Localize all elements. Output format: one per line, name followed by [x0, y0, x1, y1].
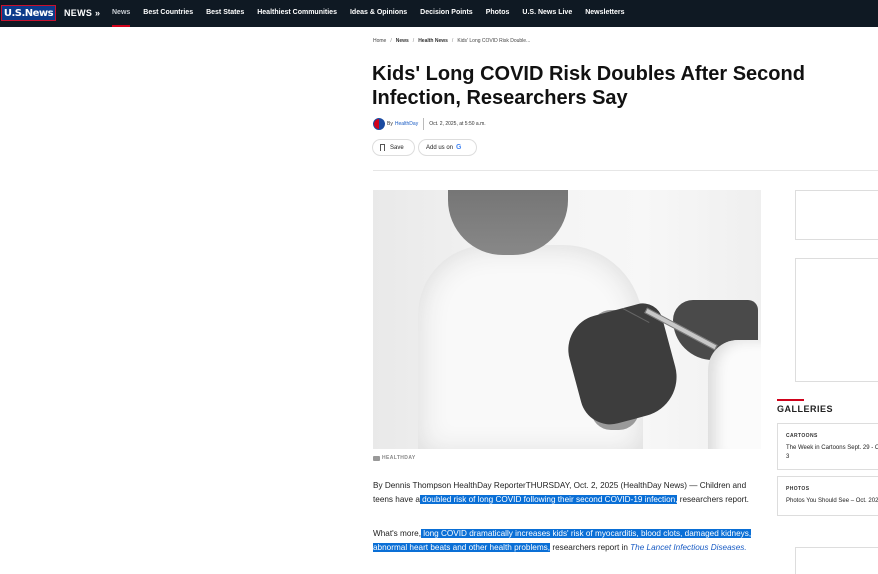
breadcrumb-health-news[interactable]: Health News — [418, 38, 448, 44]
save-button[interactable]: Save — [372, 139, 415, 156]
journal-link[interactable]: The Lancet Infectious Diseases. — [630, 543, 747, 552]
nav-link-best-countries[interactable]: Best Countries — [143, 0, 193, 27]
image-credit-text: HEALTHDAY — [382, 455, 416, 461]
nav-links: News Best Countries Best States Healthie… — [112, 0, 638, 27]
byline: By HealthDay Oct. 2, 2025, at 5:50 a.m. — [373, 116, 486, 131]
breadcrumb-separator: / — [412, 38, 415, 44]
gallery-card[interactable]: PHOTOS Photos You Should See – Oct. 2025 — [777, 476, 878, 516]
paragraph-text: researchers report in — [550, 542, 631, 552]
nav-link-newsletters[interactable]: Newsletters — [585, 0, 624, 27]
bookmark-icon — [380, 144, 385, 151]
nav-link-photos[interactable]: Photos — [486, 0, 510, 27]
add-us-label: Add us on — [426, 144, 454, 151]
paragraph-text: researchers report. — [677, 494, 749, 504]
breadcrumb-current: Kids' Long COVID Risk Double... — [457, 38, 531, 44]
nav-link-healthiest-communities[interactable]: Healthiest Communities — [257, 0, 337, 27]
ad-slot — [795, 547, 878, 574]
ad-slot — [795, 190, 878, 240]
google-icon: G — [456, 144, 462, 151]
gallery-card-title: Photos You Should See – Oct. 2025 — [786, 498, 878, 504]
article-paragraph-1: By Dennis Thompson HealthDay ReporterTHU… — [373, 479, 763, 506]
hero-image-vaccination — [373, 190, 761, 449]
section-news-menu[interactable]: NEWS » — [64, 0, 100, 27]
gallery-card-label: PHOTOS — [786, 486, 810, 492]
galleries-heading: GALLERIES — [777, 404, 834, 414]
add-us-on-google-button[interactable]: Add us on G — [418, 139, 477, 156]
usnews-logo[interactable]: U.S.News — [1, 5, 56, 21]
breadcrumb-separator: / — [451, 38, 454, 44]
paragraph-text: What's more, — [373, 529, 421, 538]
galleries-accent-bar — [777, 399, 804, 401]
image-credit: HEALTHDAY — [373, 455, 416, 461]
divider — [373, 170, 878, 171]
breadcrumb-separator: / — [390, 38, 392, 44]
gallery-card-title: The Week in Cartoons Sept. 29 - Oct. 3 — [786, 445, 878, 460]
publish-date: Oct. 2, 2025, at 5:50 a.m. — [429, 120, 486, 127]
nav-link-ideas-opinions[interactable]: Ideas & Opinions — [350, 0, 407, 27]
healthday-avatar — [373, 117, 385, 130]
save-label: Save — [390, 144, 404, 151]
breadcrumb: Home / News / Health News / Kids' Long C… — [373, 38, 530, 44]
top-nav: U.S.News NEWS » News Best Countries Best… — [0, 0, 878, 27]
article-paragraph-2: What's more, long COVID dramatically inc… — [373, 527, 763, 554]
breadcrumb-home[interactable]: Home — [373, 38, 386, 44]
byline-divider — [423, 117, 425, 130]
hero-doctor-coat — [708, 340, 761, 449]
breadcrumb-news[interactable]: News — [396, 38, 409, 44]
gallery-card[interactable]: CARTOONS The Week in Cartoons Sept. 29 -… — [777, 423, 878, 470]
article-title: Kids' Long COVID Risk Doubles After Seco… — [372, 63, 805, 109]
nav-link-news[interactable]: News — [112, 0, 131, 27]
nav-link-decision-points[interactable]: Decision Points — [420, 0, 473, 27]
nav-link-usnews-live[interactable]: U.S. News Live — [522, 0, 572, 27]
selected-text[interactable]: doubled risk of long COVID following the… — [419, 494, 678, 504]
nav-link-best-states[interactable]: Best States — [206, 0, 244, 27]
logo-text: U.S.News — [3, 7, 54, 19]
byline-prefix: By — [387, 120, 393, 127]
camera-icon — [373, 455, 380, 461]
gallery-card-label: CARTOONS — [786, 433, 818, 439]
author-link[interactable]: HealthDay — [395, 121, 418, 127]
ad-slot — [795, 258, 878, 382]
